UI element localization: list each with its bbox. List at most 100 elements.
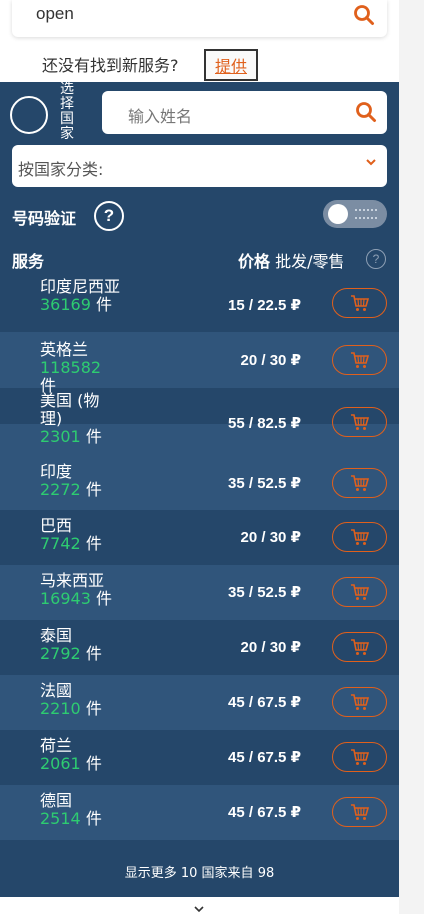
country-label: 德国 [40,791,73,810]
country-name: 英格兰 118582 件 [40,341,120,395]
select-country-label[interactable]: 选择国家 [60,82,78,146]
country-name: 泰国 2792 件 [40,627,120,663]
currency-symbol: ₽ [290,804,301,821]
stock-count: 2301 [40,427,81,446]
stock-count: 2792 [40,644,81,663]
cart-icon [350,639,369,655]
wholesale-price: 20 [240,639,258,656]
price-value: 35 / 52.5 ₽ [227,475,301,492]
retail-price: 30 [269,529,287,546]
retail-price: 22.5 [257,297,287,314]
country-category-label: 按国家分类: [18,160,104,179]
country-label: 泰国 [40,626,73,645]
country-label: 马来西亚 [40,571,105,590]
verification-toggle[interactable] [323,200,387,228]
currency-symbol: ₽ [290,415,301,432]
country-label: 荷兰 [40,736,73,755]
number-verification-label: 号码验证 [12,209,77,228]
list-item: 英格兰 118582 件 20 / 30 ₽ [0,332,399,395]
not-found-text: 还没有找到新服务? [42,56,179,75]
chevron-down-icon[interactable] [193,902,205,914]
currency-symbol: ₽ [290,749,301,766]
stock-unit: 件 [85,427,102,446]
stock-count: 2514 [40,809,81,828]
stock-unit: 件 [96,295,113,314]
cart-button[interactable] [332,288,387,318]
wholesale-price: 35 [227,475,245,492]
name-search-input[interactable]: 输入姓名 [102,91,387,134]
price-value: 20 / 30 ₽ [240,352,302,369]
cart-icon [350,804,369,820]
retail-price: 67.5 [257,749,287,766]
country-name: 马来西亚 16943 件 [40,572,120,608]
cart-icon [350,414,369,430]
country-label: 法國 [40,681,73,700]
country-flag-circle[interactable] [10,96,48,134]
service-column-header: 服务 [12,252,45,271]
country-name: 巴西 7742 件 [40,517,120,553]
country-label: 巴西 [40,516,73,535]
wholesale-price: 20 [240,352,258,369]
cart-button[interactable] [332,407,387,437]
stock-count: 2061 [40,754,81,773]
country-name: 美国 (物理) 2301 件 [40,392,120,446]
stock-unit: 件 [85,534,102,553]
list-item: 印度尼西亚 36169 件 15 / 22.5 ₽ [0,274,399,332]
retail-price: 67.5 [257,694,287,711]
cart-button[interactable] [332,577,387,607]
cart-button[interactable] [332,687,387,717]
list-item: 德国 2514 件 45 / 67.5 ₽ [0,785,399,840]
cart-button[interactable] [332,742,387,772]
search-icon[interactable] [355,101,377,128]
price-value: 55 / 82.5 ₽ [227,415,301,432]
stock-count: 36169 [40,295,91,314]
stock-unit: 件 [85,699,102,718]
help-icon[interactable]: ? [94,201,124,231]
cart-button[interactable] [332,797,387,827]
price-header-label: 价格 [238,252,271,271]
cart-button[interactable] [332,632,387,662]
cart-button[interactable] [332,468,387,498]
wholesale-price: 20 [240,529,258,546]
list-item: 泰国 2792 件 20 / 30 ₽ [0,620,399,675]
price-value: 45 / 67.5 ₽ [227,804,301,821]
provide-link[interactable]: 提供 [204,49,258,81]
stock-unit: 件 [85,480,102,499]
top-search-value[interactable]: open [36,4,74,24]
currency-symbol: ₽ [290,639,301,656]
country-label: 印度尼西亚 [40,277,121,296]
list-item: 马来西亚 16943 件 35 / 52.5 ₽ [0,565,399,620]
country-category-select[interactable]: 按国家分类: [12,145,387,187]
price-value: 20 / 30 ₽ [240,639,302,656]
retail-price: 82.5 [257,415,287,432]
currency-symbol: ₽ [290,297,301,314]
currency-symbol: ₽ [290,475,301,492]
retail-price: 52.5 [257,475,287,492]
cart-button[interactable] [332,522,387,552]
currency-symbol: ₽ [290,529,301,546]
currency-symbol: ₽ [290,352,301,369]
toggle-knob [328,204,348,224]
retail-price: 30 [269,352,287,369]
country-name: 荷兰 2061 件 [40,737,120,773]
country-name: 德国 2514 件 [40,792,120,828]
cart-icon [350,694,369,710]
wholesale-price: 55 [227,415,245,432]
wholesale-price: 35 [227,584,245,601]
price-column-header: 价格 批发/零售 [238,248,345,272]
retail-price: 67.5 [257,804,287,821]
country-label: 英格兰 [40,340,89,359]
wholesale-price: 45 [227,804,245,821]
price-help-icon[interactable]: ? [366,249,386,269]
right-edge [399,0,424,914]
search-icon[interactable] [353,4,375,31]
stock-unit: 件 [85,754,102,773]
cart-button[interactable] [332,345,387,375]
cart-icon [350,529,369,545]
wholesale-price: 15 [227,297,245,314]
country-name: 印度 2272 件 [40,463,120,499]
show-more-link[interactable]: 显示更多 10 国家来自 98 [0,857,399,897]
currency-symbol: ₽ [290,694,301,711]
price-value: 20 / 30 ₽ [240,529,302,546]
top-search-box[interactable]: open [12,0,387,37]
